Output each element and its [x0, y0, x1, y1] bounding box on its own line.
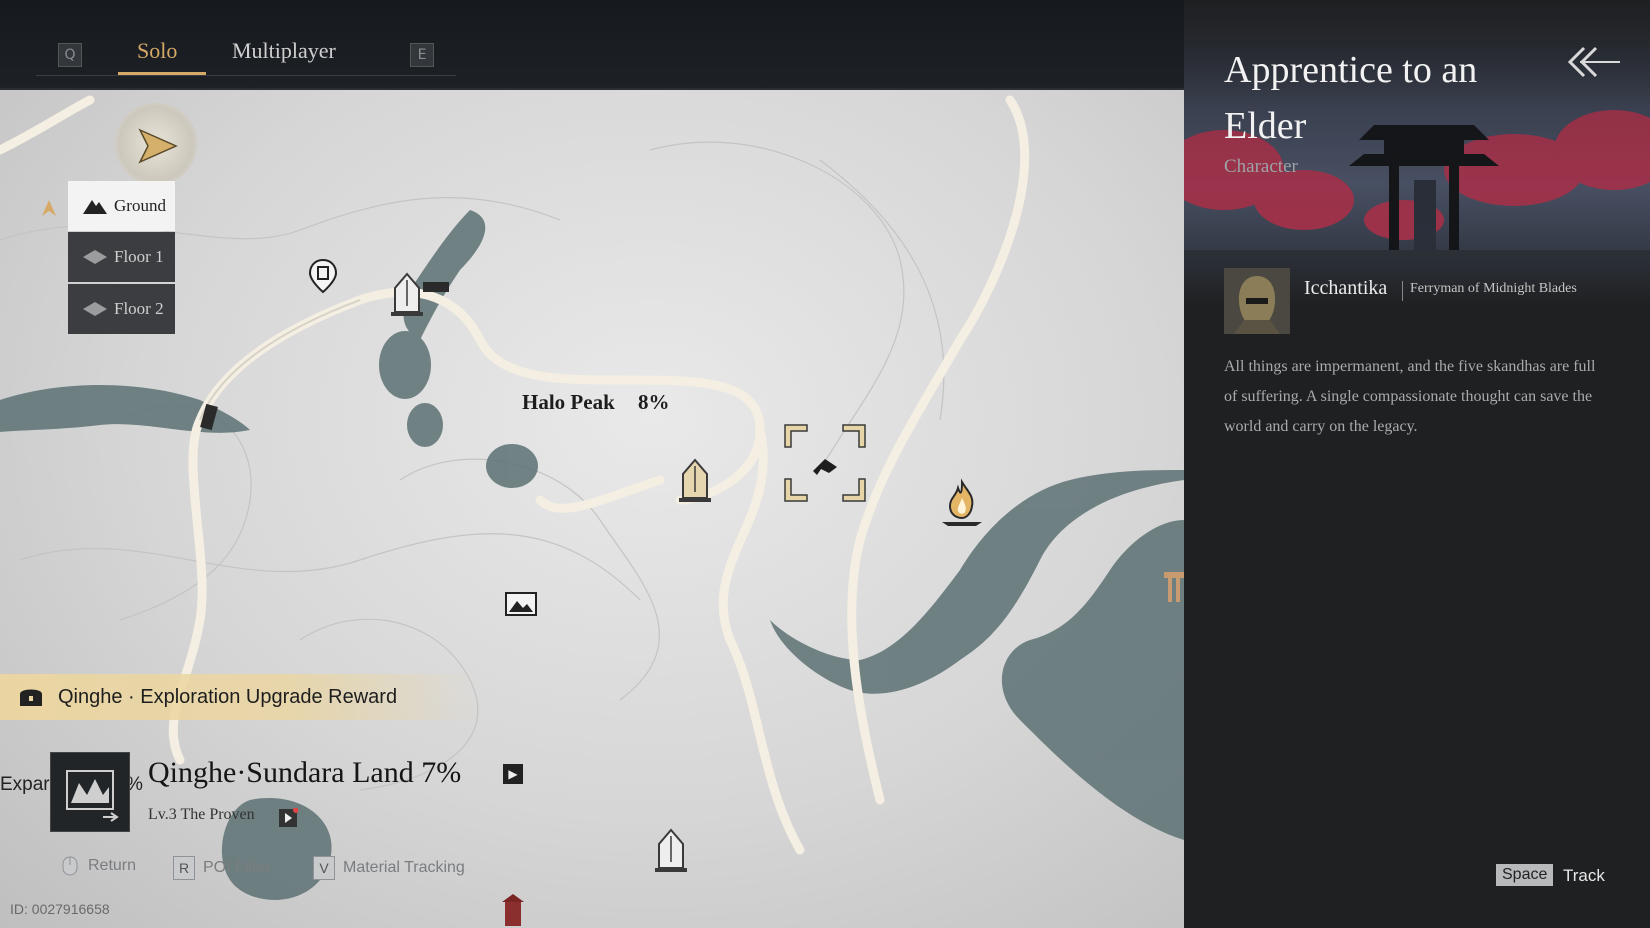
return-hint[interactable]: Return: [62, 856, 136, 876]
region-details-button[interactable]: ▶: [503, 764, 523, 784]
region-emblem-icon[interactable]: [50, 752, 130, 832]
relic-stone-icon[interactable]: [390, 272, 424, 318]
floor-ground-button[interactable]: Ground: [68, 181, 175, 231]
area-percent: 8%: [638, 390, 670, 414]
character-description: All things are impermanent, and the five…: [1224, 358, 1596, 435]
floor-1-label: Floor 1: [114, 247, 164, 266]
region-level: Lv.3 The Proven: [148, 806, 255, 823]
tab-next-key[interactable]: E: [410, 43, 434, 67]
expand-label-partial: Expar: [0, 774, 50, 795]
mountain-icon: [82, 197, 108, 215]
tab-prev-key[interactable]: Q: [58, 43, 82, 67]
floor-ground-label: Ground: [114, 196, 166, 215]
character-title: Apprentice to an Elder: [1224, 49, 1478, 147]
target-icon[interactable]: [783, 423, 867, 503]
mode-tab-bar: Q Solo Multiplayer E: [0, 0, 1184, 90]
current-floor-marker-icon: [42, 200, 56, 216]
diamond-icon: [82, 248, 108, 266]
character-detail-panel: Apprentice to an Elder Character Icchant…: [1184, 0, 1650, 928]
gate-marker-icon[interactable]: [1160, 568, 1184, 608]
tab-divider: [36, 75, 456, 76]
player-arrow-icon: [138, 128, 178, 164]
campfire-icon[interactable]: [938, 478, 986, 528]
chest-icon: [20, 689, 42, 706]
floor-2-label: Floor 2: [114, 299, 164, 318]
relic-stone-icon[interactable]: [678, 458, 712, 504]
poi-filter-hint[interactable]: R POI Filter: [173, 856, 271, 880]
map-id: ID: 0027916658: [10, 901, 110, 917]
return-hint-label: Return: [88, 857, 137, 875]
character-type: Character: [1224, 156, 1298, 177]
tab-multiplayer[interactable]: Multiplayer: [232, 38, 336, 64]
track-key[interactable]: Space: [1496, 864, 1554, 886]
tab-solo[interactable]: Solo: [137, 38, 177, 64]
relic-stone-icon[interactable]: [654, 828, 688, 874]
reward-banner-text: Qinghe · Exploration Upgrade Reward: [58, 685, 398, 708]
world-map[interactable]: Q Solo Multiplayer E Ground Floor 1 Floo…: [0, 0, 1184, 928]
poi-filter-label: POI Filter: [203, 859, 271, 877]
material-tracking-label: Material Tracking: [343, 859, 465, 877]
npc-divider: [1402, 281, 1403, 301]
npc-role: Ferryman of Midnight Blades: [1410, 281, 1577, 296]
poi-filter-key: R: [173, 856, 195, 880]
material-tracking-key: V: [313, 856, 335, 880]
collapse-panel-icon[interactable]: [1562, 40, 1622, 84]
exploration-reward-banner[interactable]: Qinghe · Exploration Upgrade Reward: [0, 674, 480, 720]
track-button[interactable]: Track: [1563, 866, 1605, 886]
mouse-icon: [62, 856, 78, 876]
shrine-marker-icon[interactable]: [500, 892, 526, 928]
npc-name: Icchantika: [1304, 277, 1388, 299]
floor-2-button[interactable]: Floor 2: [68, 284, 175, 334]
waypoint-icon[interactable]: [308, 258, 338, 294]
landscape-icon[interactable]: [505, 592, 537, 616]
level-details-icon[interactable]: [278, 808, 298, 828]
material-tracking-hint[interactable]: V Material Tracking: [313, 856, 465, 880]
region-name: Qinghe·Sundara Land 7%: [148, 756, 462, 789]
area-label: Halo Peak: [522, 390, 615, 414]
npc-portrait: [1224, 268, 1290, 334]
compass-button[interactable]: [118, 106, 194, 182]
diamond-icon: [82, 300, 108, 318]
floor-1-button[interactable]: Floor 1: [68, 232, 175, 282]
